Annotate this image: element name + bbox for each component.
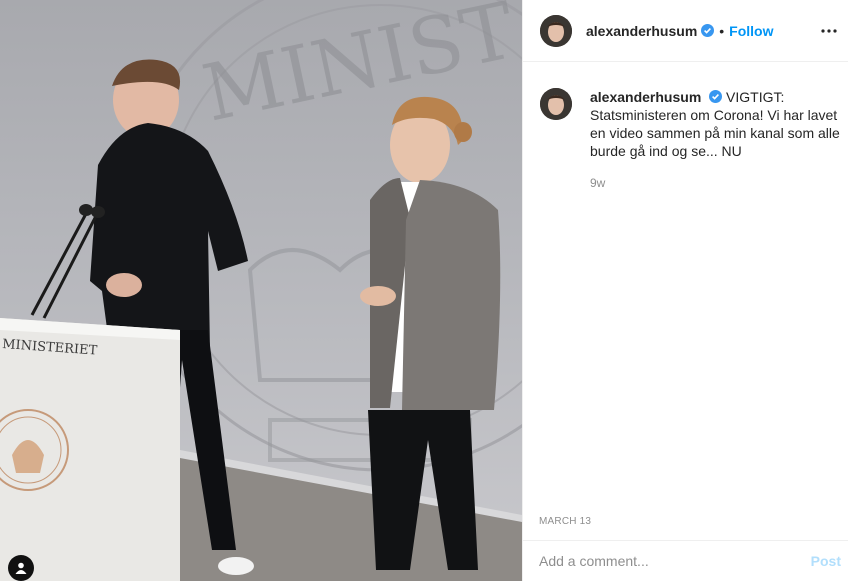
post-header: alexanderhusum • Follow [523, 0, 848, 62]
post-age[interactable]: 9w [590, 176, 605, 190]
verified-badge-icon [709, 89, 723, 103]
post-date[interactable]: MARCH 13 [539, 516, 591, 527]
caption-avatar[interactable] [540, 88, 572, 120]
backdrop-lettering: MINIST [196, 0, 522, 140]
avatar[interactable] [540, 14, 572, 47]
caption-text-block: alexanderhusum VIGTIGT: Statsministeren … [590, 88, 840, 160]
verified-badge-icon [701, 24, 715, 37]
post-caption: alexanderhusum VIGTIGT: Statsministeren … [540, 88, 840, 160]
comment-input[interactable] [539, 553, 799, 569]
post-comment-button[interactable]: Post [811, 553, 841, 569]
header-username[interactable]: alexanderhusum [586, 23, 697, 39]
header-separator: • [719, 22, 725, 39]
follow-button[interactable]: Follow [729, 23, 773, 39]
post-photo[interactable]: MINIST MINISTERIET [0, 0, 522, 581]
comment-bar: Post [523, 540, 848, 581]
user-tag-icon[interactable] [8, 555, 34, 581]
more-options-icon[interactable] [819, 21, 839, 41]
post-side-panel: alexanderhusum • Follow alexanderhusum V… [522, 0, 848, 581]
caption-username[interactable]: alexanderhusum [590, 89, 701, 105]
press-conference-scene: MINIST MINISTERIET [0, 0, 522, 581]
